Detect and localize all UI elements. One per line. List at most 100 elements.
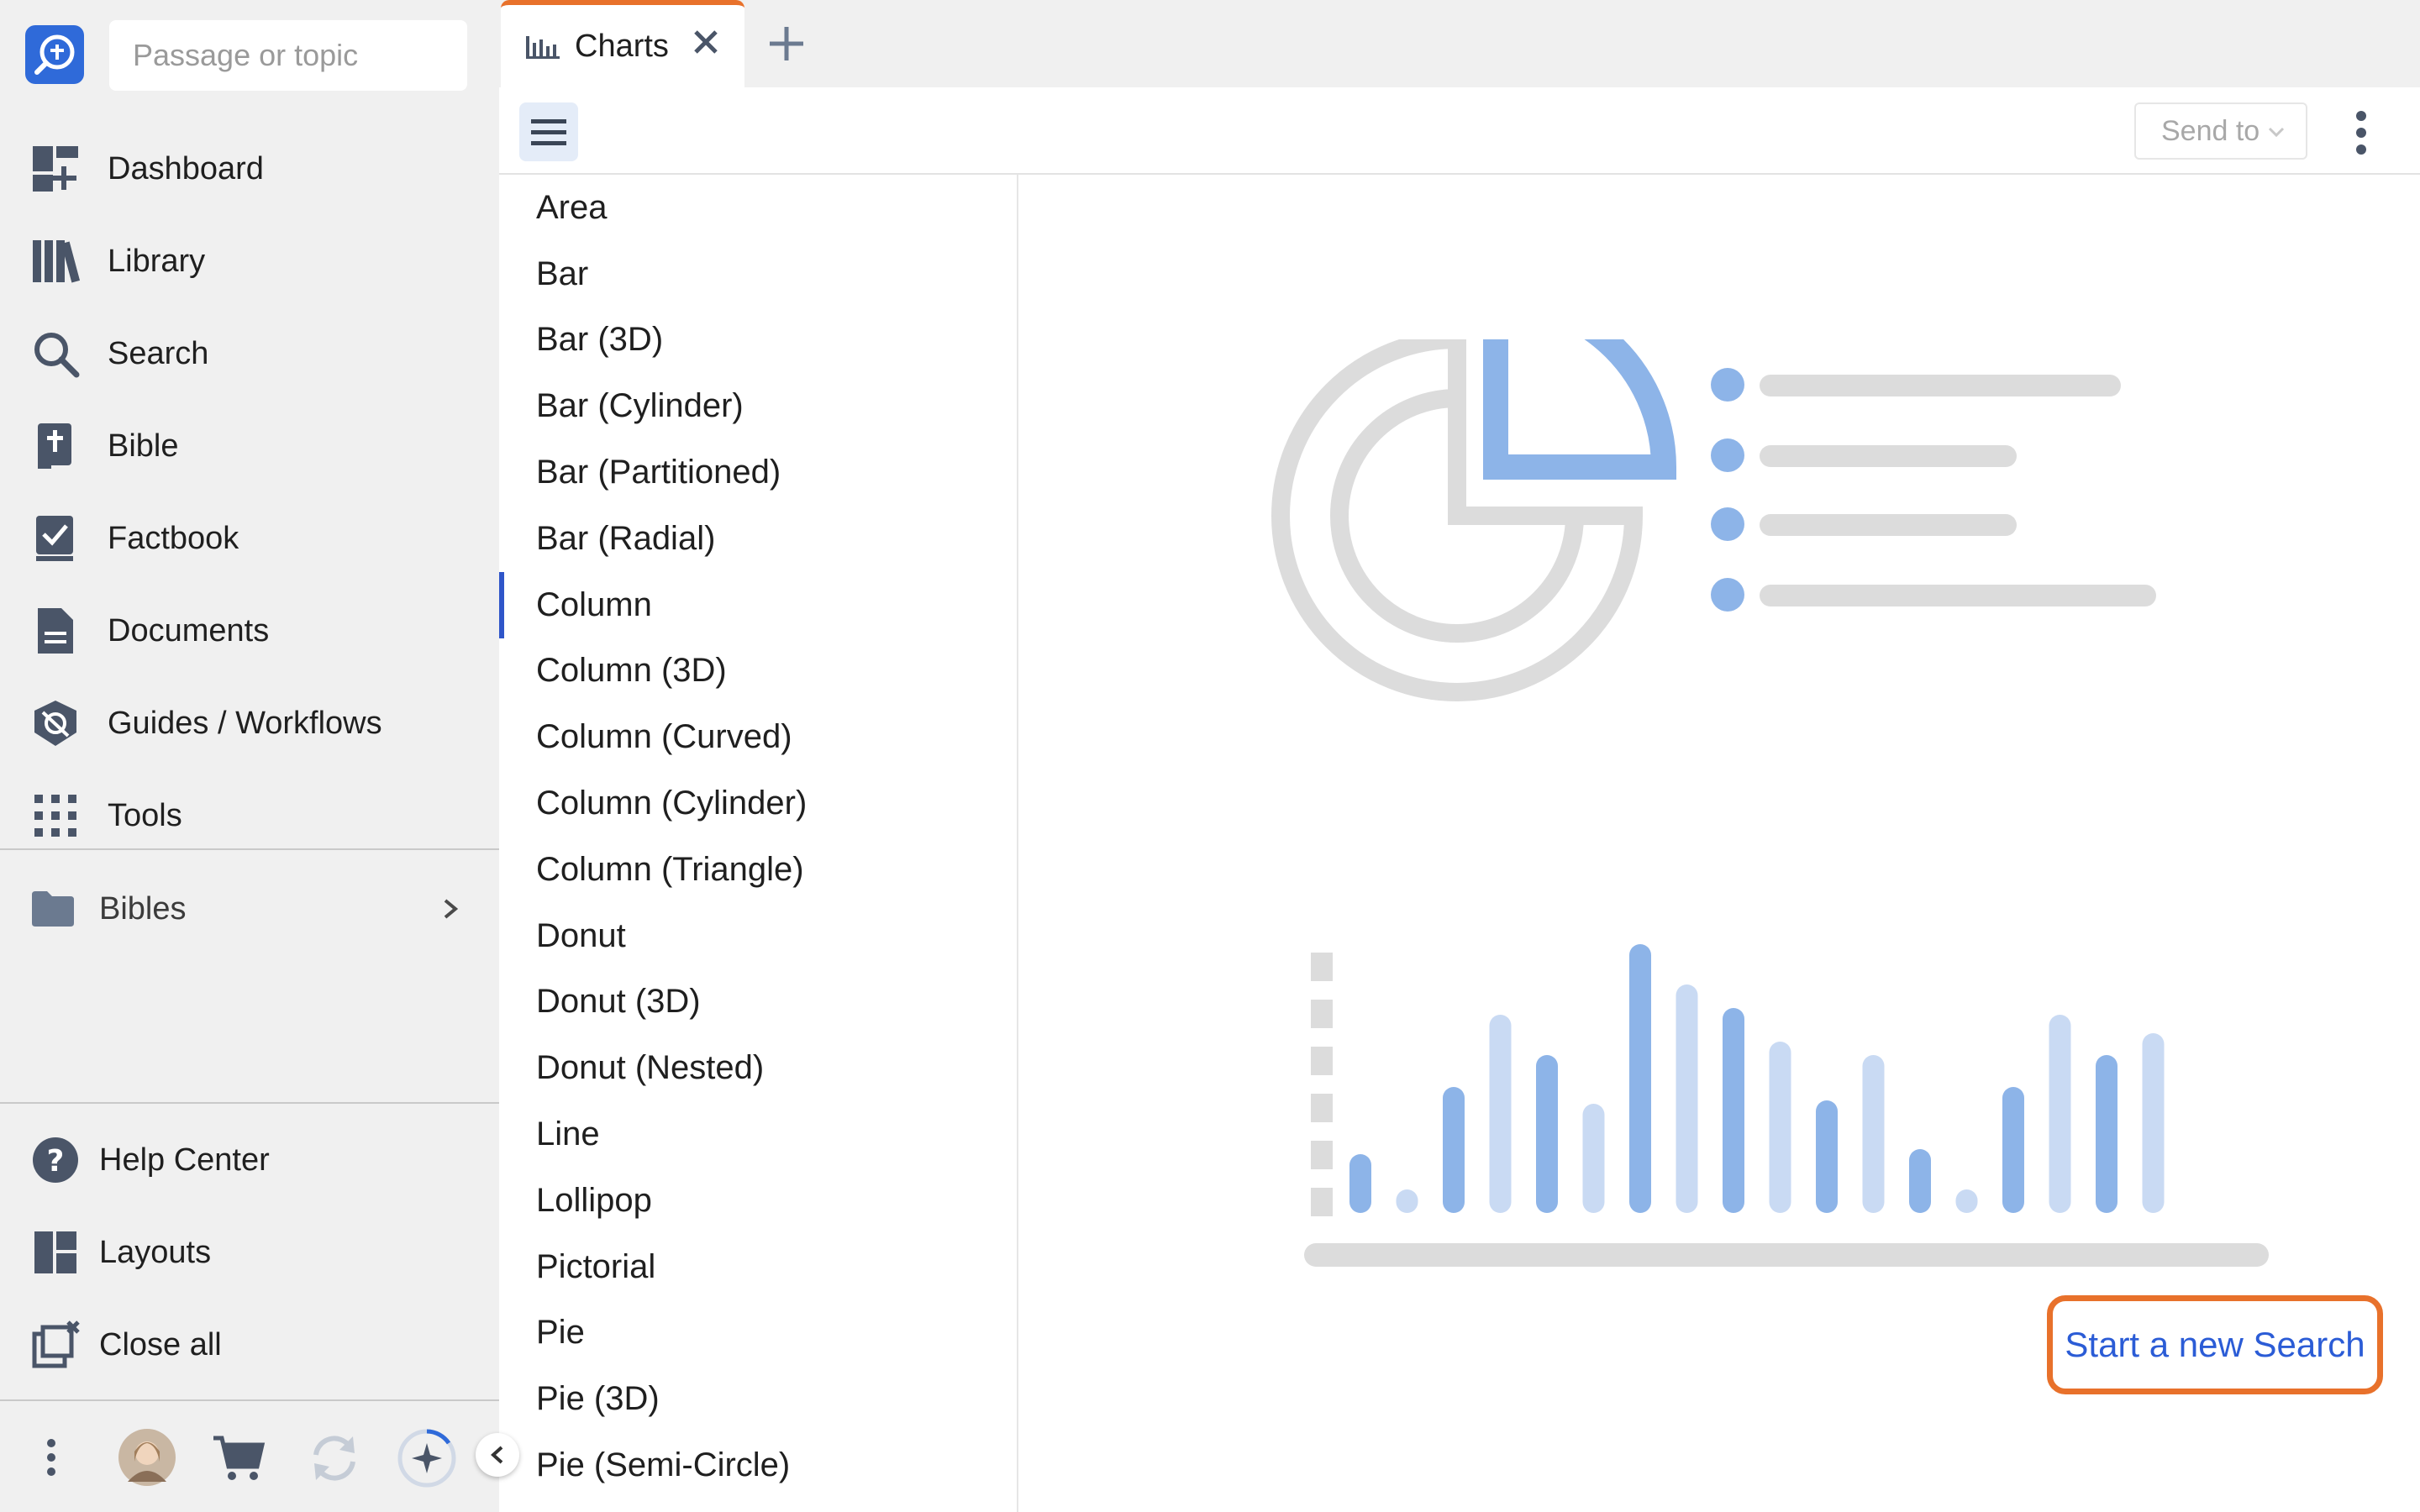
nav-item-documents[interactable]: Documents [0,585,499,677]
nav-item-close-all[interactable]: Close all [0,1299,499,1391]
nav-label: Help Center [99,1142,270,1178]
nav-item-dashboard[interactable]: Dashboard [0,123,499,215]
collapse-sidebar-button[interactable] [476,1433,519,1477]
panel-menu-button[interactable] [519,102,578,161]
search-icon [30,328,81,379]
bar-placeholder [1629,944,1651,1213]
bar-placeholder [1676,984,1698,1213]
bar-placeholders [1349,944,2165,1213]
chart-type-item[interactable]: Bar (Partitioned) [499,439,1017,506]
avatar[interactable] [118,1428,176,1487]
nav-label: Search [108,335,209,371]
folder-bibles[interactable]: Bibles [0,874,499,944]
documents-icon [30,606,81,656]
bar-placeholder [2002,1087,2024,1213]
bar-placeholder [1489,1015,1512,1213]
bar-placeholder [2096,1055,2118,1213]
bar-placeholder [2049,1015,2071,1213]
nav-label: Documents [108,612,270,648]
empty-state-illustration [1271,339,2269,1267]
nav-item-bible[interactable]: Bible [0,400,499,492]
legend-placeholder [1711,368,2156,612]
nav-label: Tools [108,797,182,833]
chart-type-item[interactable]: Bar (Radial) [499,506,1017,572]
passage-search-input[interactable]: Passage or topic [109,20,467,91]
add-tab-icon[interactable] [766,24,807,64]
chart-type-item[interactable]: Pie [499,1300,1017,1367]
nav-label: Dashboard [108,150,264,186]
cart-icon[interactable] [212,1435,266,1482]
tab-label: Charts [575,28,669,64]
sync-icon[interactable] [308,1431,361,1485]
panel-toolbar: Send to [499,87,2420,175]
bar-placeholder [2142,1033,2165,1213]
chart-type-item[interactable]: Bar (3D) [499,307,1017,374]
chart-type-item[interactable]: Donut [499,903,1017,969]
nav-item-layouts[interactable]: Layouts [0,1206,499,1299]
search-placeholder: Passage or topic [133,38,359,72]
chart-type-item[interactable]: Pie (3D) [499,1366,1017,1432]
chart-type-item[interactable]: Bar (Cylinder) [499,373,1017,439]
sidebar-footer [0,1401,499,1512]
nav-item-factbook[interactable]: Factbook [0,492,499,585]
bar-placeholder [1536,1055,1558,1213]
chart-type-item[interactable]: Lollipop [499,1168,1017,1234]
chart-type-item[interactable]: Column (Triangle) [499,837,1017,903]
sidebar: Passage or topic Dashboard Library Searc… [0,0,499,1512]
bar-placeholder [1582,1104,1605,1213]
close-icon[interactable] [691,27,721,57]
chart-type-item[interactable]: Column (Curved) [499,704,1017,770]
chart-type-item[interactable]: Area [499,175,1017,241]
chart-type-item[interactable]: Column (3D) [499,638,1017,705]
chevron-right-icon[interactable] [434,892,467,926]
folder-icon [32,891,74,927]
bar-placeholder [1349,1154,1371,1213]
pie-slice-shape [1483,339,1677,480]
bar-placeholder [1816,1100,1838,1213]
nav-item-help-center[interactable]: ? Help Center [0,1114,499,1206]
nav-label: Close all [99,1326,222,1362]
chart-type-item[interactable]: Bar [499,241,1017,307]
chart-type-item[interactable]: Line [499,1101,1017,1168]
guides-icon [30,698,81,748]
sidebar-divider [0,848,499,850]
bar-placeholder [1769,1042,1791,1213]
bar-placeholder [1955,1189,1978,1213]
chart-type-item[interactable]: Donut (3D) [499,969,1017,1036]
nav-item-library[interactable]: Library [0,215,499,307]
send-to-label: Send to [2161,114,2260,147]
send-to-button[interactable]: Send to [2134,102,2307,160]
more-vertical-icon[interactable] [45,1438,57,1477]
start-new-search-label: Start a new Search [2065,1325,2365,1364]
tools-icon [30,790,81,841]
chart-tab-icon [526,36,560,59]
panel-more-icon[interactable] [2353,108,2370,158]
main-nav: Dashboard Library Search Bible Factbook [0,123,499,862]
tab-charts[interactable]: Charts [501,0,744,87]
bottom-nav: ? Help Center Layouts Close all [0,1114,499,1391]
chart-type-item[interactable]: Pie (Semi-Circle) [499,1432,1017,1499]
chart-type-item[interactable]: Column (Cylinder) [499,770,1017,837]
dashboard-icon [30,144,81,194]
chart-type-item[interactable]: Column [499,571,1017,638]
logo-icon [34,34,75,75]
hamburger-icon [531,119,566,145]
nav-item-search[interactable]: Search [0,307,499,400]
start-new-search-button[interactable]: Start a new Search [2047,1295,2383,1394]
nav-label: Factbook [108,520,239,556]
bar-placeholder [1909,1149,1931,1213]
bar-placeholder [1396,1189,1418,1213]
chevron-down-icon [2268,127,2285,138]
nav-item-guides[interactable]: Guides / Workflows [0,677,499,769]
ai-assistant-icon[interactable] [397,1428,457,1488]
library-icon [30,236,81,286]
nav-label: Bible [108,428,179,464]
chart-type-item[interactable]: Pictorial [499,1234,1017,1300]
folder-label: Bibles [99,890,187,927]
chart-type-item[interactable]: Donut (Nested) [499,1035,1017,1101]
bar-placeholder [1723,1008,1744,1213]
charts-panel: Send to Area Bar Bar (3D) Bar (Cylinder) Bar… [499,87,2420,1512]
close-all-icon [30,1320,81,1370]
nav-label: Guides / Workflows [108,705,382,741]
app-logo[interactable] [25,25,84,84]
